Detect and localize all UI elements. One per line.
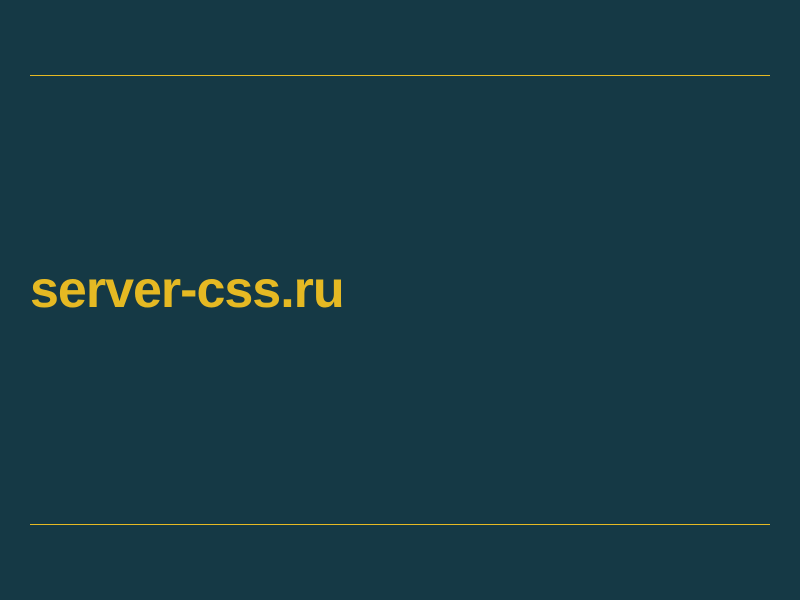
content-area: server-css.ru [30, 76, 770, 524]
bottom-divider [30, 524, 770, 525]
main-container: server-css.ru [30, 75, 770, 525]
domain-title: server-css.ru [30, 260, 770, 320]
